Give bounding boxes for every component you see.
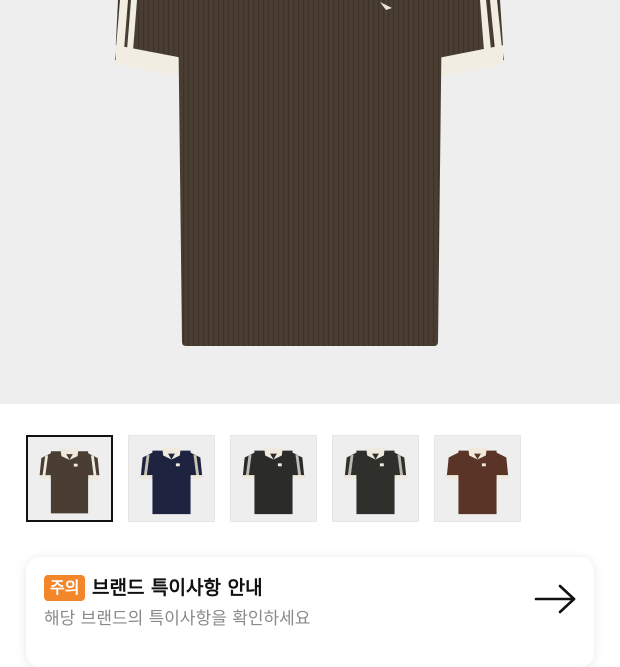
notice-title: 브랜드 특이사항 안내 bbox=[92, 577, 263, 599]
thumb-shirt-3 bbox=[344, 447, 407, 515]
thumbnail-dark[interactable] bbox=[332, 435, 419, 522]
brand-notice-card[interactable]: 주의 브랜드 특이사항 안내 해당 브랜드의 특이사항을 확인하세요 bbox=[26, 557, 594, 667]
thumbnail-navy[interactable] bbox=[128, 435, 215, 522]
thumb-shirt-2 bbox=[242, 447, 305, 515]
main-product-image[interactable] bbox=[0, 0, 620, 404]
arrow-right-icon[interactable] bbox=[534, 583, 578, 615]
thumb-shirt-4 bbox=[446, 447, 509, 515]
thumb-shirt-0 bbox=[39, 448, 100, 514]
thumbnail-brown[interactable] bbox=[26, 435, 113, 522]
thumb-shirt-1 bbox=[140, 447, 203, 515]
thumbnail-strip bbox=[0, 435, 620, 525]
thumbnail-black[interactable] bbox=[230, 435, 317, 522]
caution-badge: 주의 bbox=[44, 575, 86, 601]
notice-subtitle: 해당 브랜드의 특이사항을 확인하세요 bbox=[44, 609, 311, 629]
thumbnail-rust[interactable] bbox=[434, 435, 521, 522]
polo-shirt-illustration bbox=[115, 0, 504, 346]
